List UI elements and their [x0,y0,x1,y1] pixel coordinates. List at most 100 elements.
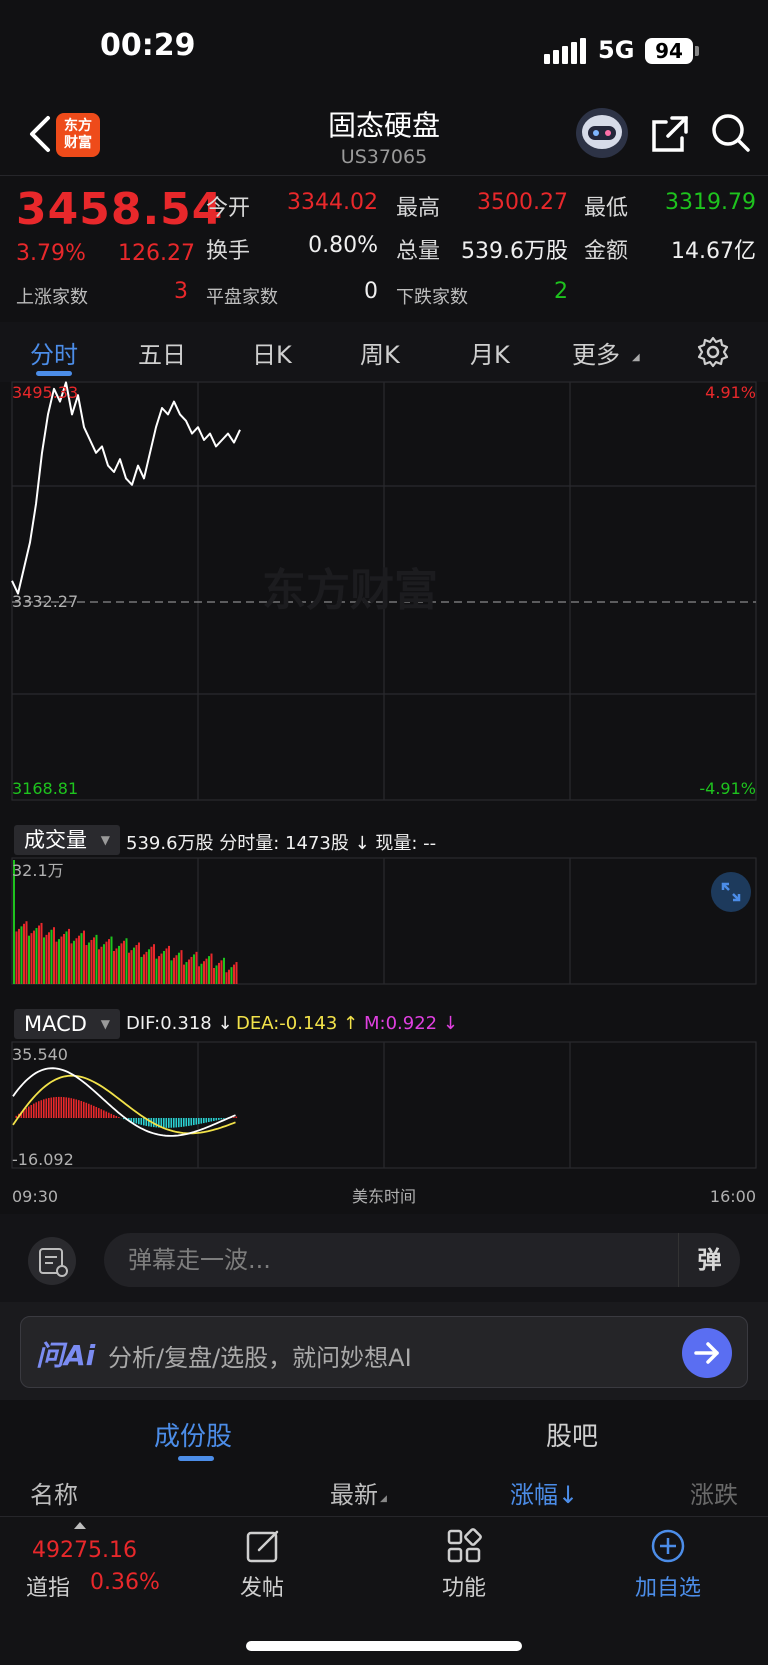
tab-constituents[interactable]: 成份股 [154,1416,232,1453]
volume-bar [38,925,40,984]
volume-bar [53,927,55,984]
index-value[interactable]: 49275.16 [32,1538,137,1563]
volume-max-label: 32.1万 [12,861,64,880]
volume-bar [155,958,158,984]
volume-label: 总量 [396,239,441,264]
search-icon[interactable] [710,112,752,154]
volume-bar [103,944,105,984]
column-change[interactable]: 涨跌 [690,1475,738,1510]
macd-bar [175,1118,178,1128]
gear-icon[interactable] [697,336,729,368]
tab-daily-k[interactable]: 日K [252,335,292,370]
volume-bar [173,957,175,984]
index-expand-caret-icon[interactable] [74,1522,86,1529]
macd-bar [65,1097,68,1118]
volume-bar [163,951,165,984]
volume-bar [143,954,145,984]
macd-bar [70,1098,73,1118]
volume-bar [63,934,65,984]
pct-high-label: 4.91% [705,383,756,402]
macd-bar [78,1100,80,1118]
current-price: 3458.54 [16,184,224,235]
amount-label: 金额 [584,239,629,264]
macd-bar [178,1118,180,1128]
arrow-right-icon[interactable] [682,1328,732,1378]
volume-bar [193,954,195,984]
add-watchlist-icon[interactable] [650,1528,686,1564]
column-change-pct[interactable]: 涨幅↓ [510,1475,578,1510]
subtab-active-underline [178,1456,214,1461]
macd-bar [118,1117,120,1118]
volume-bar [170,960,173,984]
volume-bar [165,948,168,984]
macd-bar [75,1099,78,1118]
macd-bar [100,1109,103,1118]
macd-high-label: 35.540 [12,1045,68,1064]
volume-bar [98,949,100,984]
flat-count: 0 [364,279,378,304]
tab-monthly-k[interactable]: 月K [470,335,510,370]
index-name[interactable]: 道指 [26,1570,70,1602]
macd-bar [50,1097,53,1118]
macd-histogram [15,1096,238,1128]
ask-ai-logo: 问Ai [36,1339,96,1372]
volume-bar [28,935,30,984]
volume-indicator-select[interactable]: 成交量 ▼ [14,825,120,855]
tab-intraday[interactable]: 分时 [30,335,78,370]
macd-bar [98,1108,100,1118]
macd-bar [40,1100,43,1118]
tab-more[interactable]: 更多 [572,335,620,370]
volume-bar [23,923,25,984]
up-count: 3 [174,279,188,304]
home-indicator [246,1641,522,1651]
volume-bar [188,959,190,984]
macd-bar [80,1100,83,1118]
danmaku-toggle-button[interactable]: 弹 [678,1233,740,1287]
macd-bar [105,1111,108,1118]
volume-bar [110,936,113,984]
macd-bar [83,1101,85,1118]
volume-bar [190,956,193,984]
volume-bar [125,938,128,984]
danmaku-settings-icon[interactable] [28,1237,76,1285]
macd-bar [135,1118,138,1124]
macd-indicator-select[interactable]: MACD ▼ [14,1009,120,1039]
volume-bar [15,931,18,984]
macd-bar [183,1118,185,1127]
tab-more-caret-icon: ◢ [632,352,640,363]
features-icon[interactable] [446,1528,482,1564]
ask-ai-input[interactable]: 分析/复盘/选股，就问妙想AI [108,1338,412,1373]
macd-bar [28,1106,30,1118]
tab-forum[interactable]: 股吧 [546,1416,598,1453]
column-latest[interactable]: 最新 [330,1475,378,1510]
robot-mascot-icon[interactable] [576,108,628,158]
volume-bar [60,936,63,984]
macd-bar [108,1112,110,1118]
amount-value: 14.67亿 [671,239,756,264]
macd-bar [33,1103,35,1118]
share-icon[interactable] [650,114,690,154]
volume-bar [100,946,103,984]
dea-value: DEA:-0.143 ↑ [236,1013,359,1034]
low-value: 3319.79 [665,190,756,215]
post-icon[interactable] [245,1528,281,1564]
nav-add-watchlist[interactable]: 加自选 [622,1570,714,1602]
volume-bar [183,964,185,984]
macd-bar [143,1118,145,1126]
volume-bar [178,952,180,984]
index-percent[interactable]: 0.36% [90,1570,160,1595]
dif-value: DIF:0.318 ↓ [126,1013,233,1034]
tab-five-day[interactable]: 五日 [138,335,186,370]
macd-bar [58,1096,60,1118]
volume-bar [83,930,85,984]
nav-post[interactable]: 发帖 [222,1570,302,1602]
volume-bar [108,939,110,984]
intraday-chart[interactable]: 东方财富 3495.33 3332.27 3168.81 4.91% -4.91… [0,380,768,1220]
macd-bar [55,1096,58,1118]
volume-bar [68,928,70,984]
expand-icon[interactable] [711,872,751,912]
nav-features[interactable]: 功能 [424,1570,504,1602]
danmaku-input[interactable]: 弹幕走一波... [104,1233,678,1287]
tab-weekly-k[interactable]: 周K [360,335,400,370]
macd-low-label: -16.092 [12,1150,74,1169]
